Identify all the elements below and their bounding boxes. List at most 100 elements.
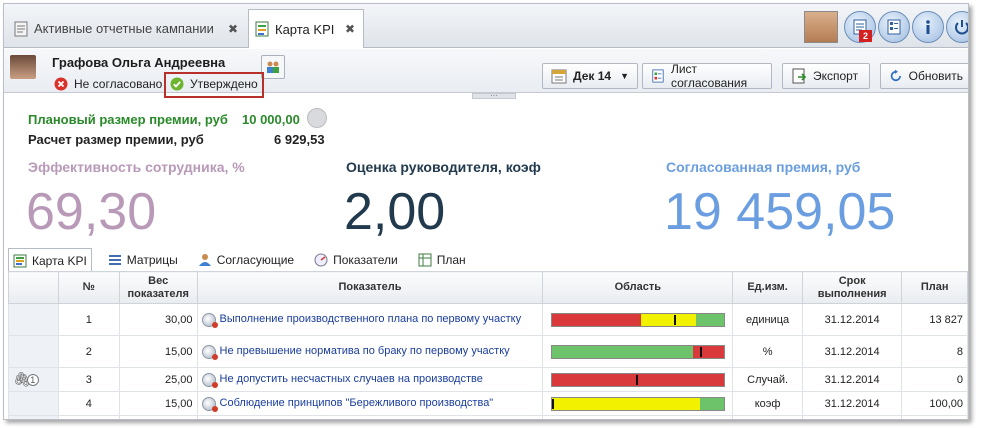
indicator-name[interactable]: Не допустить несчастных случаев на произ… <box>220 373 483 386</box>
row-plan: 0 <box>901 367 968 392</box>
documents-button[interactable] <box>878 11 910 43</box>
area-bar <box>550 344 725 359</box>
employee-photo <box>10 55 36 79</box>
table-row[interactable]: 2 15,00 Не превышение норматива по браку п… <box>8 335 968 368</box>
row-number: 2 <box>57 335 120 368</box>
people-icon <box>267 61 279 73</box>
table-row[interactable]: 1 30,00 Выполнение производственного плана… <box>8 303 968 336</box>
row-deadline: 31.12.2014 <box>801 303 903 336</box>
row-number: 1 <box>57 303 120 336</box>
close-icon[interactable]: ✖ <box>228 22 238 36</box>
area-bar <box>550 312 725 327</box>
indicator-name[interactable]: Не превышение норматива по браку по перв… <box>220 345 510 358</box>
agreed-bonus-value: 19 459,05 <box>664 183 896 241</box>
indicator-icon <box>201 396 218 412</box>
manager-score-label: Оценка руководителя, коэф <box>346 159 541 175</box>
col-weight[interactable]: Вес показателя <box>118 271 198 304</box>
row-weight: 25,00 <box>118 367 198 392</box>
efficiency-label: Эффективность сотрудника, % <box>28 159 245 175</box>
col-deadline[interactable]: Срок выполнения <box>801 271 903 304</box>
approved-icon <box>170 77 184 91</box>
splitter-handle[interactable]: ··· <box>472 92 516 100</box>
subtab-kpi-card[interactable]: Карта KPI <box>8 248 92 272</box>
row-plan: 13 827 <box>901 303 968 336</box>
agreed-bonus-label: Согласованная премия, руб <box>666 159 861 175</box>
status-rejected[interactable]: Не согласовано <box>54 77 162 91</box>
tab-kpi-card[interactable]: Карта KPI ✖ <box>248 9 364 48</box>
subtab-label: Матрицы <box>126 253 178 267</box>
row-unit: % <box>732 335 803 368</box>
info-button[interactable] <box>912 11 944 43</box>
row-indicator[interactable]: Не превышение норматива по браку по перв… <box>196 335 544 368</box>
area-segment-red <box>551 313 642 326</box>
calculate-icon[interactable] <box>307 108 327 128</box>
indicator-name[interactable]: Выполнение производственного плана по пе… <box>220 313 522 326</box>
approval-sheet-label: Лист согласования <box>670 62 748 90</box>
refresh-button[interactable]: Обновить <box>880 63 968 89</box>
status-approved[interactable]: Утверждено <box>170 77 258 91</box>
col-plan[interactable]: План <box>901 271 968 304</box>
approval-sheet-button[interactable]: Лист согласования <box>642 62 772 90</box>
table-row[interactable]: 515,00Оценка навыков и компетенций балл31… <box>8 415 968 419</box>
area-segment-green <box>699 397 724 410</box>
period-dropdown[interactable]: Дек 14 ▼ <box>542 63 638 89</box>
row-number: 4 <box>57 391 120 416</box>
efficiency-value: 69,30 <box>26 183 157 241</box>
row-indicator[interactable]: Соблюдение принципов "Бережливого произв… <box>196 391 544 416</box>
subtab-label: Согласующие <box>216 253 295 267</box>
notification-badge: 2 <box>859 30 872 42</box>
kpi-card-icon <box>13 254 27 267</box>
row-indicator[interactable]: Не допустить несчастных случаев на произ… <box>196 367 544 392</box>
row-indicator[interactable]: Выполнение производственного плана по пе… <box>196 303 544 336</box>
tab-active-campaigns[interactable]: Активные отчетные кампании ✖ <box>8 9 246 48</box>
table-header-row: № Вес показателя Показатель Область Ед.и… <box>8 271 968 304</box>
row-indicator[interactable]: Оценка навыков и компетенций <box>196 415 544 419</box>
subtab-label: Показатели <box>333 253 398 267</box>
attachment-icon[interactable]: 🖇 1 <box>13 371 39 388</box>
col-num[interactable]: № <box>57 271 120 304</box>
subtab-approvers[interactable]: Согласующие <box>194 249 298 271</box>
col-indicator[interactable]: Показатель <box>196 271 544 304</box>
subtab-matrices[interactable]: Матрицы <box>104 249 182 271</box>
indicator-name[interactable]: Соблюдение принципов "Бережливого произв… <box>220 397 494 410</box>
area-segment-yellow <box>551 397 700 410</box>
calc-bonus-value: 6 929,53 <box>274 132 325 147</box>
row-marker-cell <box>8 391 59 416</box>
user-avatar[interactable] <box>804 11 838 43</box>
table-row[interactable]: 4 15,00 Соблюдение принципов "Бережливого … <box>8 391 968 416</box>
row-weight: 30,00 <box>118 303 198 336</box>
row-marker-cell: 🖇 1 <box>8 367 59 392</box>
power-button[interactable] <box>946 11 968 43</box>
row-area <box>542 415 734 419</box>
area-segment-red <box>692 345 724 358</box>
tab-label: Активные отчетные кампании <box>34 21 214 36</box>
indicator-icon <box>201 372 218 388</box>
subtab-bar: Карта KPI Матрицы Согласующие Показатели… <box>8 248 968 272</box>
col-area[interactable]: Область <box>542 271 734 304</box>
row-unit: коэф <box>732 391 803 416</box>
kpi-header: Графова Ольга Андреевна Не согласовано У… <box>4 49 968 98</box>
row-marker-cell <box>8 335 59 368</box>
row-number: 3 <box>57 367 120 392</box>
col-unit[interactable]: Ед.изм. <box>732 271 803 304</box>
area-bar <box>550 372 725 387</box>
tasks-button[interactable]: 2 <box>844 11 876 43</box>
calendar-icon <box>551 69 567 84</box>
subtab-label: Карта KPI <box>32 253 87 268</box>
close-icon[interactable]: ✖ <box>345 22 355 36</box>
kpi-table: № Вес показателя Показатель Область Ед.и… <box>8 271 968 419</box>
subtab-plan[interactable]: План <box>414 249 470 271</box>
calc-bonus-label: Расчет размер премии, руб <box>28 132 204 147</box>
row-area <box>542 367 734 392</box>
area-segment-green <box>696 313 724 326</box>
approvers-button[interactable] <box>261 55 285 79</box>
row-area <box>542 303 734 336</box>
status-approved-label: Утверждено <box>190 77 258 91</box>
period-label: Дек 14 <box>573 69 612 83</box>
documents-icon <box>887 19 901 35</box>
subtab-indicators[interactable]: Показатели <box>310 249 402 271</box>
export-button[interactable]: Экспорт <box>782 63 870 89</box>
row-plan: 100,00 <box>901 391 968 416</box>
approval-sheet-icon <box>652 69 664 83</box>
table-row[interactable]: 🖇 1 3 25,00 Не допустить несчастных случаев … <box>8 367 968 392</box>
